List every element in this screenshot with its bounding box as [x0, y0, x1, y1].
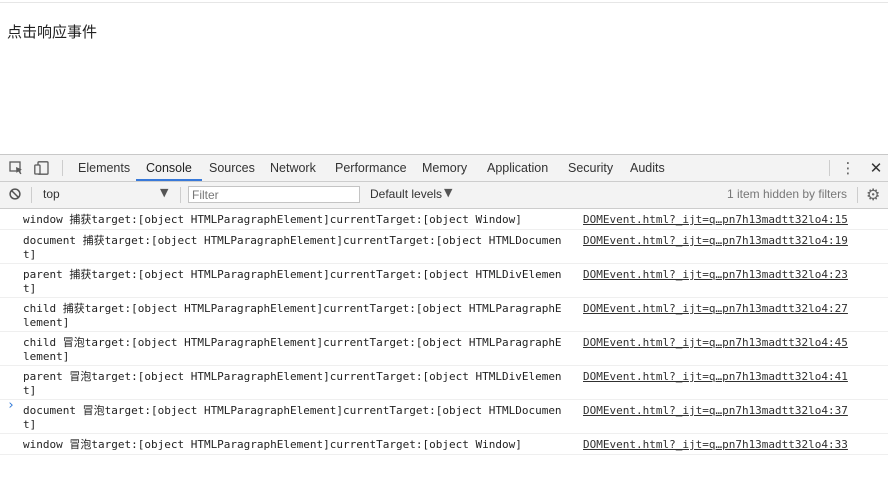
levels-arrow-icon[interactable]: ▼	[444, 186, 452, 199]
page-paragraph[interactable]: 点击响应事件	[7, 21, 97, 42]
more-menu-icon[interactable]: ⋮	[839, 155, 857, 181]
tab-audits[interactable]: Audits	[620, 155, 675, 181]
console-source-link[interactable]: DOMEvent.html?_ijt=q…pn7h13madtt32lo4:33	[583, 438, 848, 452]
context-selector[interactable]: top	[43, 187, 60, 201]
toolbar-separator	[31, 187, 32, 203]
log-levels-dropdown[interactable]: Default levels	[370, 187, 442, 201]
dropdown-arrow-icon[interactable]: ▼	[160, 186, 168, 199]
toolbar-separator-2	[180, 187, 181, 203]
console-source-link[interactable]: DOMEvent.html?_ijt=q…pn7h13madtt32lo4:41	[583, 370, 848, 384]
console-source-link[interactable]: DOMEvent.html?_ijt=q…pn7h13madtt32lo4:37	[583, 404, 848, 418]
settings-gear-icon[interactable]: ⚙	[866, 185, 880, 204]
toolbar-separator-3	[857, 187, 858, 203]
console-message: child 冒泡target:[object HTMLParagraphElem…	[23, 336, 562, 363]
console-message: document 冒泡target:[object HTMLParagraphE…	[23, 404, 562, 431]
tab-elements[interactable]: Elements	[68, 155, 140, 181]
inspect-element-icon[interactable]	[3, 155, 29, 181]
console-message: window 冒泡target:[object HTMLParagraphEle…	[23, 438, 522, 451]
console-row: window 捕获target:[object HTMLParagraphEle…	[0, 209, 888, 230]
console-message: document 捕获target:[object HTMLParagraphE…	[23, 234, 562, 261]
tabbar-separator-right	[829, 160, 830, 176]
devtools-tabbar: Elements Console Sources Network Performance…	[0, 155, 888, 182]
tabbar-separator	[62, 160, 63, 176]
tab-network[interactable]: Network	[260, 155, 326, 181]
console-source-link[interactable]: DOMEvent.html?_ijt=q…pn7h13madtt32lo4:23	[583, 268, 848, 282]
tab-performance[interactable]: Performance	[325, 155, 417, 181]
tab-application[interactable]: Application	[477, 155, 558, 181]
console-row: child 冒泡target:[object HTMLParagraphElem…	[0, 332, 888, 366]
console-row: document 冒泡target:[object HTMLParagraphE…	[0, 400, 888, 434]
clear-console-icon[interactable]	[9, 188, 21, 200]
hidden-items-status: 1 item hidden by filters	[727, 187, 848, 201]
prompt-chevron-icon[interactable]: ›	[7, 398, 15, 413]
console-source-link[interactable]: DOMEvent.html?_ijt=q…pn7h13madtt32lo4:45	[583, 336, 848, 350]
console-message: parent 冒泡target:[object HTMLParagraphEle…	[23, 370, 562, 397]
page-top-divider	[0, 2, 888, 3]
close-icon[interactable]: ✕	[866, 155, 886, 181]
console-source-link[interactable]: DOMEvent.html?_ijt=q…pn7h13madtt32lo4:19	[583, 234, 848, 248]
devtools-panel: Elements Console Sources Network Performance…	[0, 154, 888, 495]
console-toolbar: top ▼ Filter Default levels ▼ 1 item hid…	[0, 182, 888, 209]
tab-security[interactable]: Security	[558, 155, 623, 181]
console-source-link[interactable]: DOMEvent.html?_ijt=q…pn7h13madtt32lo4:15	[583, 213, 848, 227]
console-messages: window 捕获target:[object HTMLParagraphEle…	[0, 209, 888, 455]
console-message: child 捕获target:[object HTMLParagraphElem…	[23, 302, 562, 329]
tab-sources[interactable]: Sources	[199, 155, 265, 181]
console-row: document 捕获target:[object HTMLParagraphE…	[0, 230, 888, 264]
tab-memory[interactable]: Memory	[412, 155, 477, 181]
console-row: child 捕获target:[object HTMLParagraphElem…	[0, 298, 888, 332]
console-source-link[interactable]: DOMEvent.html?_ijt=q…pn7h13madtt32lo4:27	[583, 302, 848, 316]
device-toggle-icon[interactable]	[29, 155, 55, 181]
filter-input[interactable]: Filter	[188, 186, 360, 203]
console-message: window 捕获target:[object HTMLParagraphEle…	[23, 213, 522, 226]
tab-console[interactable]: Console	[136, 155, 202, 181]
console-row: parent 冒泡target:[object HTMLParagraphEle…	[0, 366, 888, 400]
console-message: parent 捕获target:[object HTMLParagraphEle…	[23, 268, 562, 295]
console-row: window 冒泡target:[object HTMLParagraphEle…	[0, 434, 888, 455]
console-row: parent 捕获target:[object HTMLParagraphEle…	[0, 264, 888, 298]
